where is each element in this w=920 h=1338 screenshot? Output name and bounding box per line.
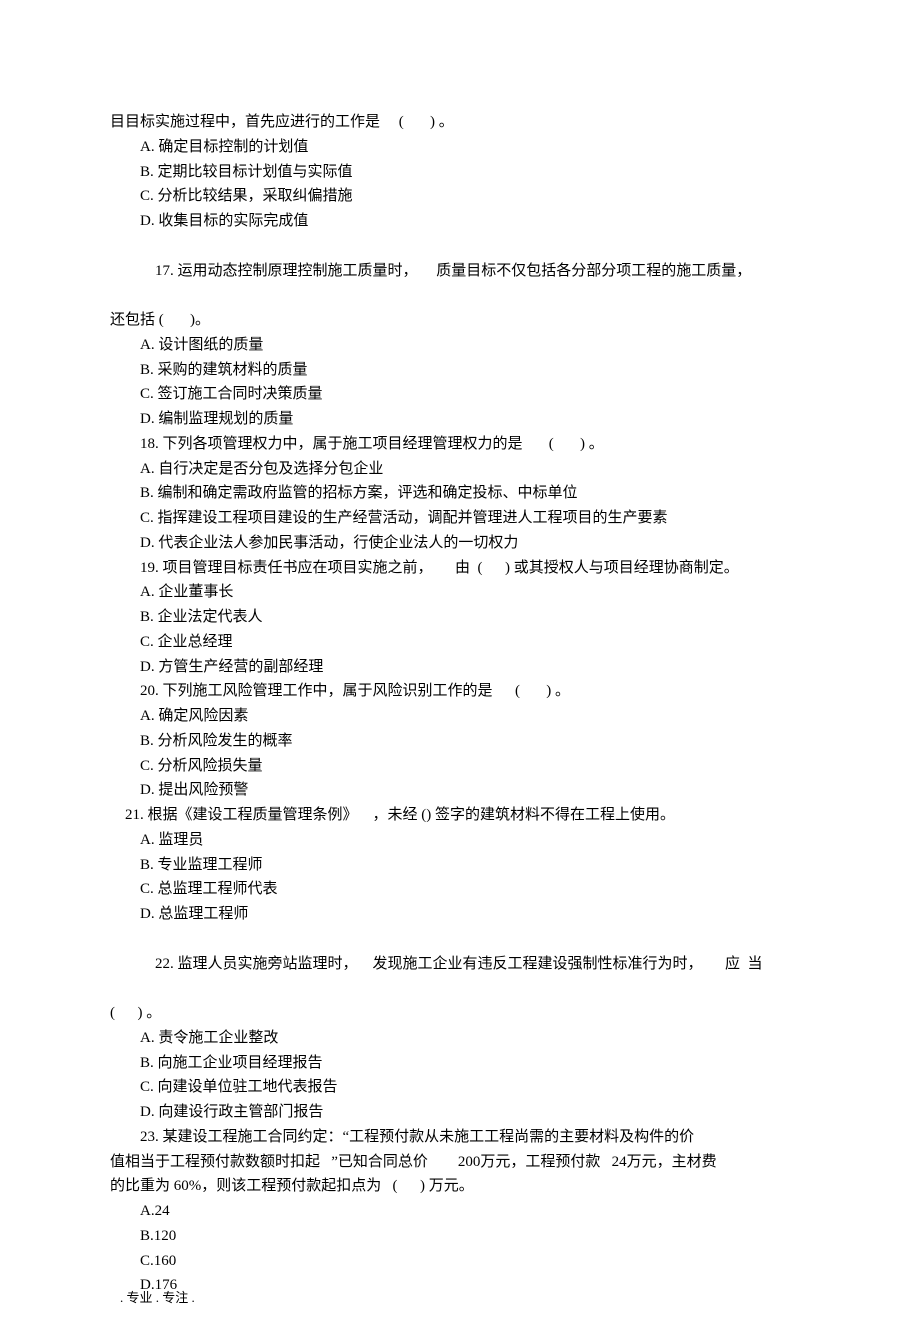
q18-option-c: C. 指挥建设工程项目建设的生产经营活动，调配并管理进人工程项目的生产要素 [110, 506, 810, 531]
q21-option-a: A. 监理员 [110, 828, 810, 853]
q17-stem-part-a: 17. 运用动态控制原理控制施工质量时， [155, 263, 418, 279]
q16-continuation: 目目标实施过程中，首先应进行的工作是 ( ) 。 [110, 110, 810, 135]
q20-option-a: A. 确定风险因素 [110, 704, 810, 729]
exam-page: 目目标实施过程中，首先应进行的工作是 ( ) 。 A. 确定目标控制的计划值 B… [0, 0, 920, 1338]
q17-stem-part-b: 质量目标不仅包括各分部分项工程的施工质量， [436, 263, 751, 279]
q21-option-d: D. 总监理工程师 [110, 902, 810, 927]
q22-option-d: D. 向建设行政主管部门报告 [110, 1100, 810, 1125]
q22-stem-part-c: 应 当 [725, 956, 763, 972]
q17-option-c: C. 签订施工合同时决策质量 [110, 382, 810, 407]
q18-stem: 18. 下列各项管理权力中，属于施工项目经理管理权力的是 ( ) 。 [110, 432, 810, 457]
q20-stem: 20. 下列施工风险管理工作中，属于风险识别工作的是 ( ) 。 [110, 679, 810, 704]
q17-option-b: B. 采购的建筑材料的质量 [110, 358, 810, 383]
q23-option-d: D.176 [110, 1273, 810, 1298]
q23-option-c: C.160 [110, 1249, 810, 1274]
q22-stem-part-b: 发现施工企业有违反工程建设强制性标准行为时， [373, 956, 703, 972]
q17-option-d: D. 编制监理规划的质量 [110, 407, 810, 432]
q16-option-d: D. 收集目标的实际完成值 [110, 209, 810, 234]
q19-option-b: B. 企业法定代表人 [110, 605, 810, 630]
q22-option-c: C. 向建设单位驻工地代表报告 [110, 1075, 810, 1100]
q22-stem: 22. 监理人员实施旁站监理时， 发现施工企业有违反工程建设强制性标准行为时， … [110, 927, 810, 1001]
q23-option-b: B.120 [110, 1224, 810, 1249]
page-footer: . 专业 . 专注 . [120, 1287, 195, 1308]
q20-option-d: D. 提出风险预警 [110, 778, 810, 803]
q19-option-d: D. 方管生产经营的副部经理 [110, 655, 810, 680]
q22-stem-cont: ( ) 。 [110, 1001, 810, 1026]
q22-option-b: B. 向施工企业项目经理报告 [110, 1051, 810, 1076]
q20-option-b: B. 分析风险发生的概率 [110, 729, 810, 754]
q18-option-b: B. 编制和确定需政府监管的招标方案，评选和确定投标、中标单位 [110, 481, 810, 506]
q23-stem-line3: 的比重为 60%，则该工程预付款起扣点为 ( ) 万元。 [110, 1174, 810, 1199]
q19-stem: 19. 项目管理目标责任书应在项目实施之前， 由 ( ) 或其授权人与项目经理协… [110, 556, 810, 581]
q19-option-c: C. 企业总经理 [110, 630, 810, 655]
q17-stem: 17. 运用动态控制原理控制施工质量时， 质量目标不仅包括各分部分项工程的施工质… [110, 234, 810, 308]
q16-option-a: A. 确定目标控制的计划值 [110, 135, 810, 160]
q23-stem-line1: 23. 某建设工程施工合同约定：“工程预付款从未施工工程尚需的主要材料及构件的价 [110, 1125, 810, 1150]
q20-option-c: C. 分析风险损失量 [110, 754, 810, 779]
q18-option-d: D. 代表企业法人参加民事活动，行使企业法人的一切权力 [110, 531, 810, 556]
q16-option-c: C. 分析比较结果，采取纠偏措施 [110, 184, 810, 209]
q23-stem-line2: 值相当于工程预付款数额时扣起 ”已知合同总价 200万元，工程预付款 24万元，… [110, 1150, 810, 1175]
q21-stem: 21. 根据《建设工程质量管理条例》 ，未经 () 签字的建筑材料不得在工程上使… [110, 803, 810, 828]
q18-option-a: A. 自行决定是否分包及选择分包企业 [110, 457, 810, 482]
q17-option-a: A. 设计图纸的质量 [110, 333, 810, 358]
q22-stem-part-a: 22. 监理人员实施旁站监理时， [155, 956, 358, 972]
q22-option-a: A. 责令施工企业整改 [110, 1026, 810, 1051]
q21-option-b: B. 专业监理工程师 [110, 853, 810, 878]
q21-option-c: C. 总监理工程师代表 [110, 877, 810, 902]
q17-stem-cont: 还包括 ( )。 [110, 308, 810, 333]
q16-option-b: B. 定期比较目标计划值与实际值 [110, 160, 810, 185]
q23-option-a: A.24 [110, 1199, 810, 1224]
q19-option-a: A. 企业董事长 [110, 580, 810, 605]
